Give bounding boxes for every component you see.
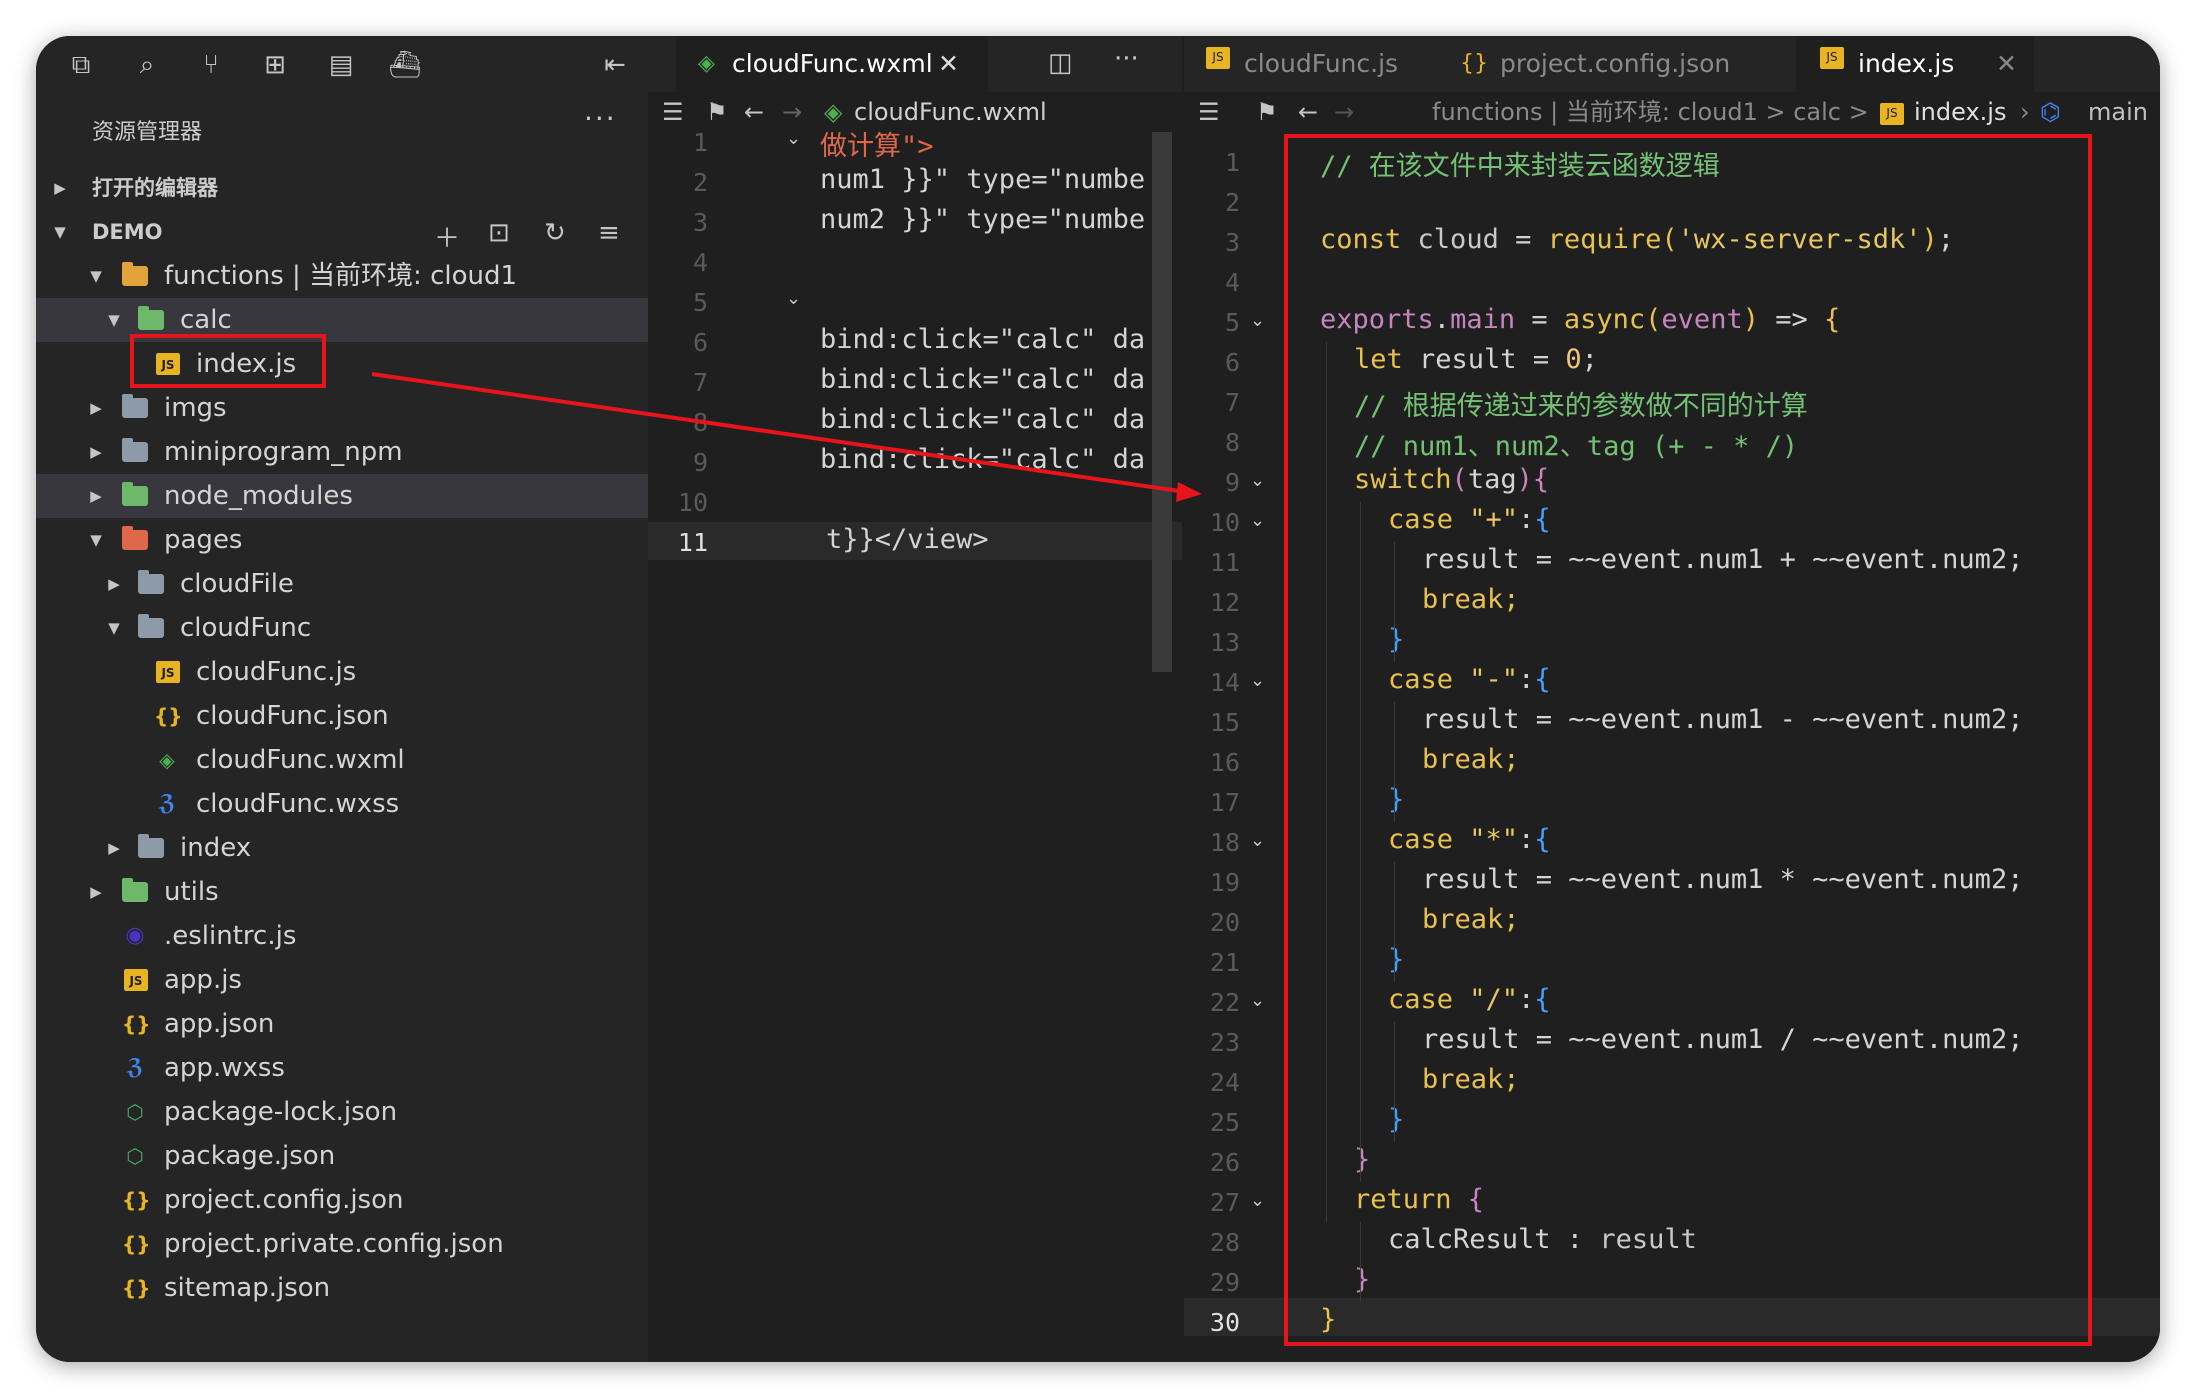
editor-window: ⧉ ⌕ ⑂ ⊞ ▤ ⛴ ⇤ 资源管理器 ··· ▶ 打开的编辑器 ▼ DEMO … — [36, 36, 2160, 1362]
arrow-head — [1176, 482, 1202, 502]
arrow-annotation — [371, 372, 1202, 502]
arrow-line — [371, 372, 1187, 494]
